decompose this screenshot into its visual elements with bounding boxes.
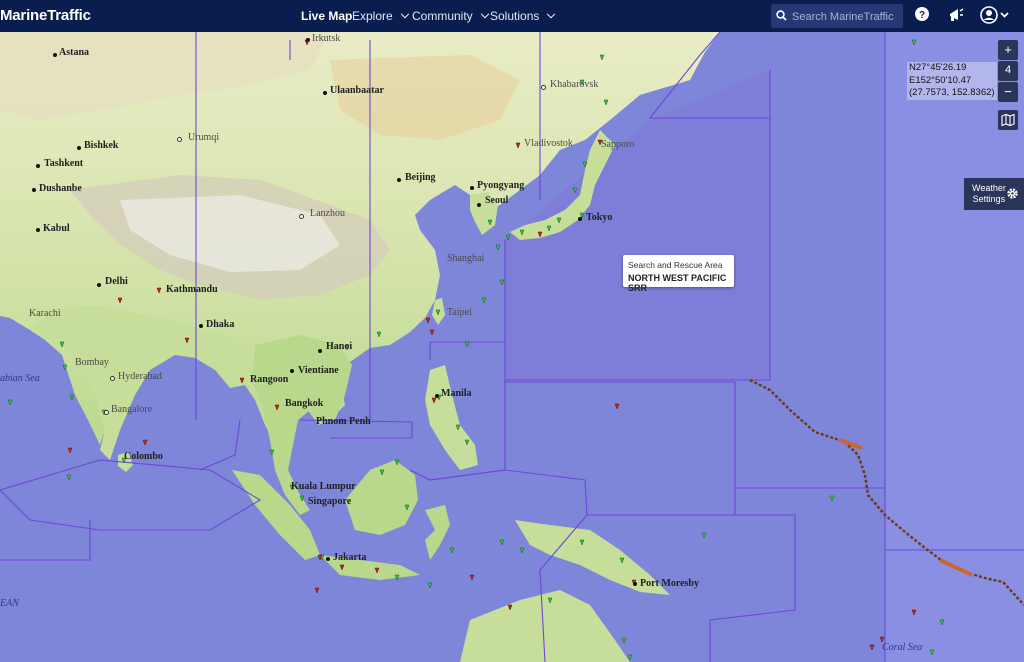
- chevron-down-icon: [547, 9, 556, 19]
- top-navigation-bar: MarineTraffic Live Map Explore Community…: [0, 0, 1024, 32]
- city-dot: [53, 53, 57, 57]
- city-dot: [633, 582, 637, 586]
- nav-explore-label: Explore: [352, 9, 393, 23]
- zoom-in-button[interactable]: +: [998, 40, 1018, 60]
- city-rangoon: Rangoon: [250, 374, 289, 385]
- longitude-text: E152°50'10.47: [907, 74, 997, 87]
- decimal-coordinates-text: (27.7573, 152.8362): [907, 87, 997, 100]
- nav-live-map-label: Live Map: [301, 9, 353, 23]
- city-bangkok: Bangkok: [285, 398, 324, 409]
- chevron-down-icon: [480, 9, 489, 19]
- city-khabarovsk: Khabarovsk: [550, 79, 599, 90]
- city-tokyo: Tokyo: [586, 212, 613, 223]
- map-icon: [1001, 113, 1015, 127]
- city-vientiane: Vientiane: [298, 365, 339, 376]
- city-dot: [397, 178, 401, 182]
- city-bishkek: Bishkek: [84, 140, 119, 151]
- city-dot: [578, 217, 582, 221]
- city-vladivostok: Vladivostok: [524, 138, 573, 149]
- city-hanoi: Hanoi: [326, 341, 353, 352]
- city-dot: [470, 186, 474, 190]
- marinetraffic-logo[interactable]: MarineTraffic: [0, 7, 91, 24]
- city-singapore: Singapore: [308, 496, 352, 507]
- chevron-down-icon: [400, 9, 409, 19]
- sea-label-ocean: EAN: [0, 598, 19, 609]
- city-seoul: Seoul: [485, 195, 509, 206]
- city-dot: [97, 283, 101, 287]
- city-dot: [541, 85, 546, 90]
- city-delhi: Delhi: [105, 276, 128, 287]
- search-icon: [776, 10, 787, 21]
- announcement-megaphone-icon[interactable]: [947, 6, 965, 24]
- city-bangalore: Bangalore: [111, 404, 153, 415]
- svg-text:?: ?: [919, 10, 925, 21]
- sea-label-arabian: abian Sea: [0, 373, 40, 384]
- city-colombo: Colombo: [124, 451, 163, 462]
- nav-live-map[interactable]: Live Map: [301, 9, 352, 23]
- city-dot: [77, 146, 81, 150]
- city-dot: [32, 188, 36, 192]
- weather-settings-button[interactable]: Weather Settings: [964, 178, 1024, 210]
- city-dot: [477, 203, 481, 207]
- latitude-text: N27°45'26.19: [907, 62, 997, 75]
- city-kabul: Kabul: [43, 223, 70, 234]
- nav-explore[interactable]: Explore: [352, 9, 409, 23]
- city-dot: [323, 91, 327, 95]
- weather-settings-label: Weather Settings: [972, 183, 1006, 204]
- nav-solutions-label: Solutions: [490, 9, 540, 23]
- city-dot: [435, 394, 439, 398]
- city-shanghai: Shanghai: [447, 253, 485, 264]
- city-dot: [290, 369, 294, 373]
- city-kathmandu: Kathmandu: [166, 284, 218, 295]
- city-taipei: Taipei: [447, 307, 472, 318]
- city-dushanbe: Dushanbe: [39, 183, 82, 194]
- city-jakarta: Jakarta: [333, 552, 367, 563]
- city-sapporo: Sapporo: [601, 139, 635, 150]
- city-pyongyang: Pyongyang: [477, 180, 525, 191]
- zoom-level-display: 4: [998, 61, 1018, 81]
- city-lanzhou: Lanzhou: [310, 208, 345, 219]
- city-dot: [326, 557, 330, 561]
- city-dot: [36, 164, 40, 168]
- city-kuala-lumpur: Kuala Lumpur: [291, 481, 356, 492]
- help-icon[interactable]: ?: [914, 6, 930, 22]
- city-port-moresby: Port Moresby: [640, 578, 699, 589]
- city-karachi: Karachi: [29, 308, 61, 319]
- live-map[interactable]: Irkutsk Astana Khabarovsk Ulaanbaatar Bi…: [0, 32, 1024, 662]
- nav-solutions[interactable]: Solutions: [490, 9, 556, 23]
- nav-community-label: Community: [412, 9, 473, 23]
- search-box[interactable]: [771, 4, 904, 30]
- city-dot: [299, 214, 304, 219]
- tooltip-title: Search and Rescue Area: [628, 260, 723, 270]
- search-input[interactable]: [790, 4, 904, 30]
- city-manila: Manila: [441, 388, 472, 399]
- zoom-out-button[interactable]: −: [998, 82, 1018, 102]
- map-canvas: [0, 32, 1024, 662]
- city-dot: [306, 38, 310, 42]
- city-dhaka: Dhaka: [206, 319, 235, 330]
- city-beijing: Beijing: [405, 172, 436, 183]
- city-tashkent: Tashkent: [44, 158, 84, 169]
- city-ulaanbaatar: Ulaanbaatar: [330, 85, 384, 96]
- city-irkutsk: Irkutsk: [312, 33, 341, 44]
- city-dot: [36, 228, 40, 232]
- sea-label-coral: Coral Sea: [882, 642, 923, 653]
- city-dot: [104, 410, 109, 415]
- city-bombay: Bombay: [75, 357, 109, 368]
- nav-community[interactable]: Community: [412, 9, 489, 23]
- map-layers-button[interactable]: [998, 110, 1018, 130]
- coordinates-readout: N27°45'26.19 E152°50'10.47 (27.7573, 152…: [907, 62, 997, 100]
- city-dot: [110, 376, 115, 381]
- city-phnom-penh: Phnom Penh: [316, 416, 371, 427]
- city-astana: Astana: [59, 47, 90, 58]
- srr-tooltip: Search and Rescue Area NORTH WEST PACIFI…: [623, 255, 734, 293]
- city-dot: [318, 349, 322, 353]
- city-urumqi: Urumqi: [188, 132, 220, 143]
- city-dot: [199, 324, 203, 328]
- gear-icon: [1007, 188, 1018, 199]
- city-dot: [177, 137, 182, 142]
- tooltip-area-name: NORTH WEST PACIFIC SRR: [628, 273, 727, 293]
- account-icon[interactable]: [980, 6, 1010, 24]
- city-hyderabad: Hyderabad: [118, 371, 162, 382]
